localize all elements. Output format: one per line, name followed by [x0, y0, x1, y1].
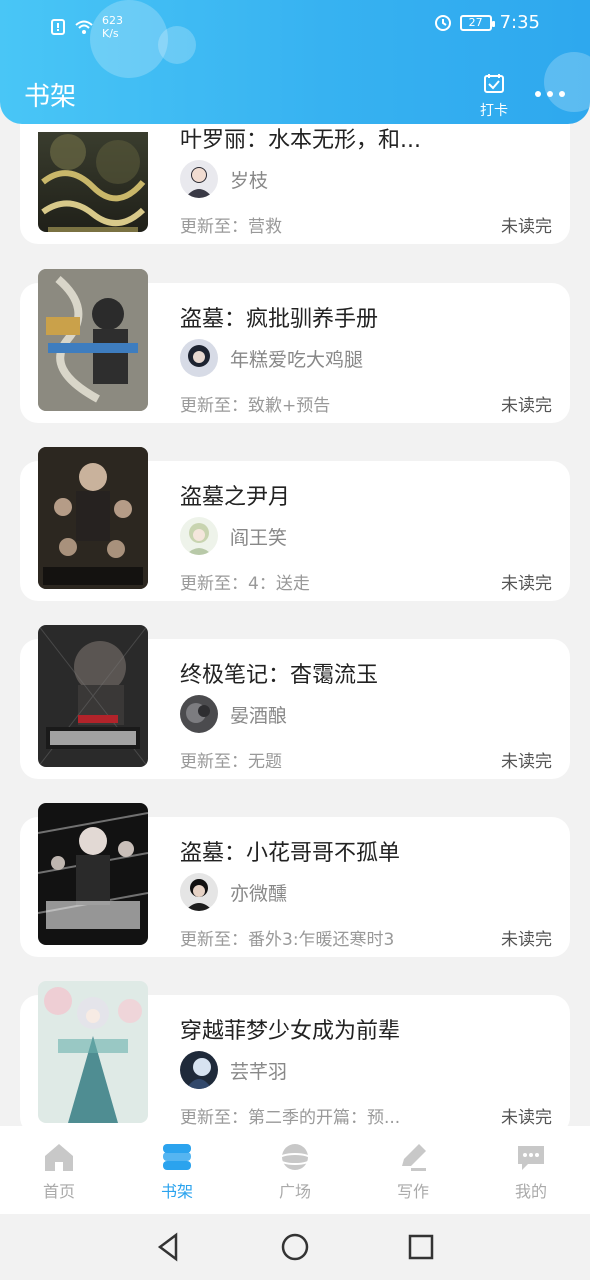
- bookshelf-icon: [163, 1144, 191, 1170]
- book-card[interactable]: 盗墓：疯批驯养手册 年糕爱吃大鸡腿 更新至：致歉+预告 未读完: [20, 269, 570, 423]
- book-title: 终极笔记：杳霭流玉: [180, 663, 379, 688]
- tab-bookshelf[interactable]: 书架: [118, 1126, 236, 1214]
- checkin-button[interactable]: 打卡: [474, 72, 514, 120]
- more-dots-icon: [535, 91, 565, 97]
- update-info: 更新至：番外3:乍暖还寒时3: [180, 930, 395, 950]
- read-status: 未读完: [501, 930, 552, 950]
- author-avatar: [180, 695, 218, 733]
- book-card[interactable]: 终极笔记：杳霭流玉 晏酒酿 更新至：无题 未读完: [20, 625, 570, 779]
- book-cover[interactable]: [38, 447, 148, 589]
- network-speed: 623 K/s: [102, 14, 123, 40]
- author-avatar: [180, 339, 218, 377]
- planet-icon: [278, 1144, 312, 1170]
- back-icon[interactable]: [154, 1232, 184, 1262]
- tab-label: 书架: [160, 1182, 193, 1201]
- app-header: 623 K/s 27 7:35 书架 打卡: [0, 0, 590, 124]
- tab-profile[interactable]: 我的: [472, 1126, 590, 1214]
- tab-write[interactable]: 写作: [354, 1126, 472, 1214]
- update-info: 更新至：4：送走: [180, 574, 310, 594]
- calendar-check-icon: [484, 74, 504, 93]
- read-status: 未读完: [501, 1108, 552, 1128]
- author-avatar: [180, 1051, 218, 1089]
- book-cover[interactable]: [38, 803, 148, 945]
- book-cover[interactable]: [38, 625, 148, 767]
- read-status: 未读完: [501, 574, 552, 594]
- author-avatar: [180, 517, 218, 555]
- book-cover[interactable]: [38, 981, 148, 1123]
- author-name: 阎王笑: [230, 527, 288, 549]
- author-avatar: [180, 160, 218, 198]
- update-info: 更新至：营救: [180, 217, 282, 237]
- alarm-icon: [434, 14, 451, 31]
- update-info: 更新至：无题: [180, 752, 282, 772]
- book-title: 盗墓之尹月: [180, 485, 291, 510]
- battery-indicator: 27: [459, 14, 495, 31]
- wifi-icon: [75, 20, 93, 34]
- status-bar: 623 K/s 27 7:35: [0, 8, 590, 40]
- checkin-label: 打卡: [480, 103, 508, 119]
- author-name: 年糕爱吃大鸡腿: [230, 349, 364, 371]
- tab-label: 广场: [278, 1182, 311, 1201]
- home-icon: [45, 1144, 73, 1171]
- pen-icon: [402, 1144, 426, 1171]
- tab-home[interactable]: 首页: [0, 1126, 118, 1214]
- book-cover[interactable]: [38, 269, 148, 411]
- book-cover[interactable]: [38, 118, 148, 232]
- more-menu-button[interactable]: [534, 80, 566, 104]
- update-info: 更新至：致歉+预告: [180, 396, 331, 416]
- tab-label: 首页: [42, 1182, 75, 1201]
- book-title: 穿越菲梦少女成为前辈: [180, 1019, 401, 1044]
- update-info: 更新至：第二季的开篇：预...: [180, 1108, 401, 1128]
- author-name: 岁枝: [230, 170, 269, 192]
- chat-bubble-icon: [518, 1146, 544, 1170]
- recents-icon[interactable]: [406, 1232, 436, 1262]
- clock: 7:35: [499, 12, 540, 33]
- book-card[interactable]: 叶罗丽：水本无形，和... 岁枝 更新至：营救 未读完: [20, 104, 570, 244]
- bottom-tab-bar: 首页 书架 广场 写作 我的: [0, 1126, 590, 1214]
- author-avatar: [180, 873, 218, 911]
- system-navigation-bar: [0, 1214, 590, 1280]
- sim-icon: [51, 19, 65, 35]
- author-name: 晏酒酿: [230, 705, 288, 727]
- book-title: 盗墓：疯批驯养手册: [180, 307, 379, 332]
- book-card[interactable]: 穿越菲梦少女成为前辈 芸芊羽 更新至：第二季的开篇：预... 未读完: [20, 981, 570, 1135]
- read-status: 未读完: [501, 396, 552, 416]
- home-circle-icon[interactable]: [280, 1232, 310, 1262]
- tab-label: 我的: [514, 1182, 547, 1201]
- book-title: 叶罗丽：水本无形，和...: [180, 128, 421, 153]
- book-card[interactable]: 盗墓之尹月 阎王笑 更新至：4：送走 未读完: [20, 447, 570, 601]
- read-status: 未读完: [501, 217, 552, 237]
- book-card[interactable]: 盗墓：小花哥哥不孤单 亦微醺 更新至：番外3:乍暖还寒时3 未读完: [20, 803, 570, 957]
- author-name: 亦微醺: [230, 883, 288, 905]
- tab-square[interactable]: 广场: [236, 1126, 354, 1214]
- read-status: 未读完: [501, 752, 552, 772]
- tab-label: 写作: [396, 1182, 429, 1201]
- author-name: 芸芊羽: [230, 1061, 288, 1083]
- book-title: 盗墓：小花哥哥不孤单: [180, 841, 401, 866]
- page-title: 书架: [24, 82, 77, 112]
